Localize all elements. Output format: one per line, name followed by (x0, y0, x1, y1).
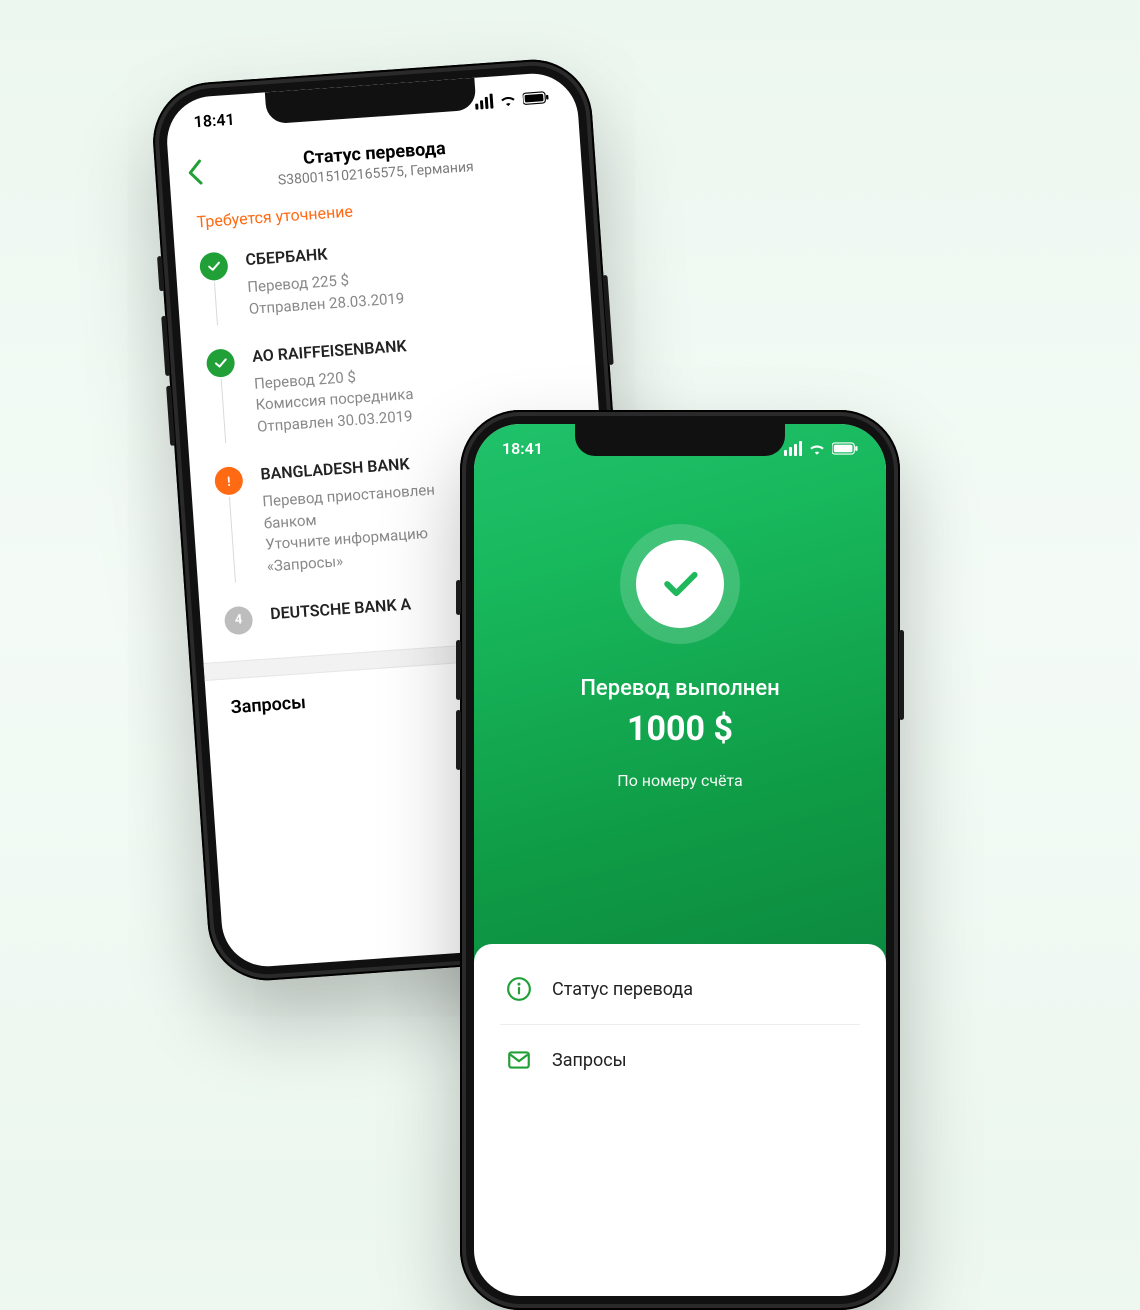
success-subtitle: По номеру счёта (617, 771, 742, 790)
battery-icon (522, 90, 549, 105)
row-status[interactable]: Статус перевода (500, 954, 860, 1025)
mail-icon (504, 1047, 534, 1073)
wifi-icon (498, 92, 517, 107)
info-icon (504, 976, 534, 1002)
row-label: Запросы (552, 1050, 627, 1071)
pending-step-icon: 4 (224, 605, 254, 635)
row-requests[interactable]: Запросы (500, 1025, 860, 1095)
row-label: Статус перевода (552, 979, 693, 1000)
wifi-icon (808, 441, 826, 455)
phone-success: Перевод выполнен 1000 $ По номеру счёта … (460, 410, 900, 1310)
success-hero: Перевод выполнен 1000 $ По номеру счёта (474, 424, 886, 964)
bank-name: СБЕРБАНК (245, 239, 402, 269)
back-button[interactable] (186, 159, 204, 193)
status-time: 18:41 (502, 439, 543, 458)
signal-icon (474, 93, 493, 109)
success-title: Перевод выполнен (580, 676, 779, 701)
success-check-icon (620, 524, 740, 644)
actions-card: Статус перевода Запросы (474, 944, 886, 1095)
status-time: 18:41 (193, 109, 235, 131)
check-icon (206, 348, 236, 378)
signal-icon (784, 441, 802, 456)
success-amount: 1000 $ (627, 709, 733, 749)
alert-icon (214, 466, 244, 496)
check-icon (199, 251, 229, 281)
battery-icon (832, 442, 858, 455)
